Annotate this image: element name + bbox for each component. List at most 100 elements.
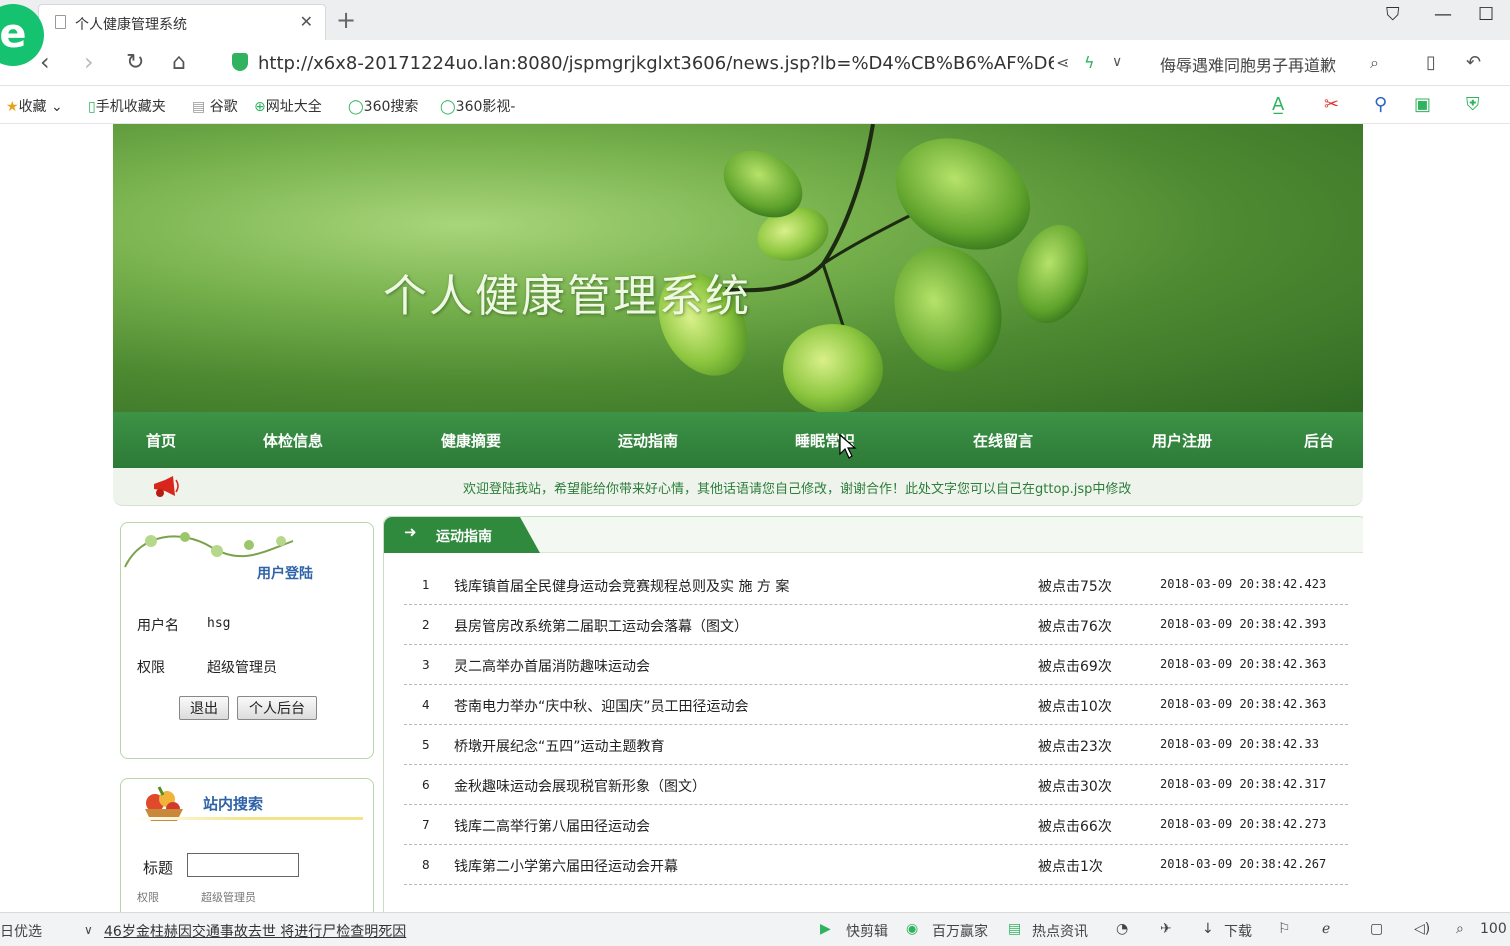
clip-editor-icon: ▶	[820, 921, 831, 937]
ie-icon[interactable]: ℯ	[1322, 921, 1330, 937]
browser-status-bar: 日优选 ∨ 46岁金柱赫因交通事故去世 将进行尸检查明死因 ▶ 快剪辑 ◉ 百万…	[0, 912, 1510, 946]
site-banner: 个人健康管理系统	[113, 124, 1363, 412]
news-date: 2018-03-09 20:38:42.363	[1160, 657, 1327, 671]
page-icon	[55, 15, 66, 29]
secure-shield-icon	[232, 53, 248, 71]
nav-register[interactable]: 用户注册	[1152, 430, 1212, 451]
news-row[interactable]: 5 桥墩开展纪念“五四”运动主题教育 被点击23次 2018-03-09 20:…	[404, 725, 1348, 765]
page-icon: ▤	[192, 99, 206, 115]
new-tab-icon[interactable]: +	[336, 6, 356, 34]
news-row[interactable]: 4 苍南电力举办“庆中秋、迎国庆”员工田径运动会 被点击10次 2018-03-…	[404, 685, 1348, 725]
nav-exercise-guide[interactable]: 运动指南	[618, 430, 678, 451]
username-label: 用户名	[137, 618, 179, 634]
shield-icon[interactable]: ⛨	[1466, 94, 1480, 115]
volume-icon[interactable]: ◁)	[1414, 921, 1430, 937]
news-row[interactable]: 6 金秋趣味运动会展现税官新形象（图文） 被点击30次 2018-03-09 2…	[404, 765, 1348, 805]
expand-icon[interactable]: ∨	[84, 923, 93, 937]
nav-checkup[interactable]: 体检信息	[263, 430, 323, 451]
status-quick-edit[interactable]: 快剪辑	[846, 921, 888, 941]
news-number: 7	[422, 818, 430, 832]
news-title[interactable]: 县房管房改系统第二届职工运动会落幕（图文）	[454, 616, 748, 636]
minimize-icon[interactable]: —	[1434, 4, 1452, 25]
scissors-icon[interactable]: ✂	[1324, 94, 1339, 115]
mobile-icon[interactable]: ▯	[1426, 52, 1436, 73]
ring-icon: ◯	[348, 99, 364, 115]
dropdown-icon[interactable]: ∨	[1112, 54, 1122, 70]
news-title[interactable]: 桥墩开展纪念“五四”运动主题教育	[454, 736, 665, 756]
web-page: 个人健康管理系统 首页 体检信息 健康摘要 运动指南 睡眠常识 在线留言 用户注…	[113, 124, 1363, 912]
refresh-icon[interactable]: ↻	[126, 50, 144, 75]
nav-admin[interactable]: 后台	[1304, 430, 1334, 451]
url-input[interactable]	[258, 50, 1054, 76]
news-title[interactable]: 钱库二高举行第八届田径运动会	[454, 816, 650, 836]
section-tab: ➜ 运动指南	[384, 517, 540, 553]
news-click-count: 被点击69次	[1038, 659, 1112, 675]
site-title: 个人健康管理系统	[383, 271, 751, 322]
status-download[interactable]: 下载	[1224, 921, 1252, 941]
star-icon: ★	[6, 99, 19, 115]
forward-icon[interactable]: ›	[84, 48, 94, 76]
news-row[interactable]: 2 县房管房改系统第二届职工运动会落幕（图文） 被点击76次 2018-03-0…	[404, 605, 1348, 645]
news-title[interactable]: 钱库镇首届全民健身运动会竞赛规程总则及实 施 方 案	[454, 576, 789, 596]
share-icon[interactable]: ⋖	[1056, 53, 1069, 72]
news-row[interactable]: 8 钱库第二小学第六届田径运动会开幕 被点击1次 2018-03-09 20:3…	[404, 845, 1348, 885]
translate-icon[interactable]: A̲	[1272, 94, 1284, 115]
search-heading: 站内搜索	[203, 795, 264, 813]
gamepad-icon[interactable]: ▣	[1414, 94, 1431, 115]
news-row[interactable]: 1 钱库镇首届全民健身运动会竞赛规程总则及实 施 方 案 被点击75次 2018…	[404, 565, 1348, 605]
lightning-icon[interactable]: ϟ	[1084, 53, 1095, 72]
search-suggestion[interactable]: 侮辱遇难同胞男子再道歉	[1160, 52, 1336, 76]
personal-backend-button[interactable]: 个人后台	[237, 696, 317, 720]
search-icon[interactable]: ⌕	[1370, 53, 1379, 73]
speed-icon[interactable]: ◔	[1116, 921, 1128, 937]
username-value: hsg	[207, 616, 231, 631]
news-click-count: 被点击10次	[1038, 699, 1112, 715]
bookmark-mobile[interactable]: ▯手机收藏夹	[88, 96, 166, 116]
magnifier-icon[interactable]: ⚲	[1374, 94, 1387, 115]
news-title[interactable]: 灵二高举办首届消防趣味运动会	[454, 656, 650, 676]
close-tab-icon[interactable]: ✕	[300, 12, 313, 31]
news-date: 2018-03-09 20:38:42.317	[1160, 777, 1327, 791]
bookmark-bar: ★收藏 ⌄ ▯手机收藏夹 ▤ 谷歌 ⊕网址大全 ◯360搜索 ◯360影视- A…	[0, 86, 1510, 124]
news-row[interactable]: 3 灵二高举办首届消防趣味运动会 被点击69次 2018-03-09 20:38…	[404, 645, 1348, 685]
back-icon[interactable]: ‹	[40, 48, 50, 76]
zoom-level[interactable]: 100	[1480, 921, 1507, 937]
news-title[interactable]: 钱库第二小学第六届田径运动会开幕	[454, 856, 678, 876]
bookmark-google[interactable]: ▤ 谷歌	[192, 96, 238, 116]
home-icon[interactable]: ⌂	[172, 50, 186, 75]
logout-button[interactable]: 退出	[179, 696, 229, 720]
news-title[interactable]: 金秋趣味运动会展现税官新形象（图文）	[454, 776, 706, 796]
status-hot-news[interactable]: 热点资讯	[1032, 921, 1088, 941]
download-icon: ↓	[1202, 921, 1214, 937]
browser-tab-strip: e 个人健康管理系统 ✕ + ⛉ — ☐	[0, 0, 1510, 66]
news-ticker[interactable]: 46岁金柱赫因交通事故去世 将进行尸检查明死因	[104, 921, 406, 941]
news-click-count: 被点击30次	[1038, 779, 1112, 795]
nav-health-summary[interactable]: 健康摘要	[441, 430, 501, 451]
role-label: 权限	[137, 660, 165, 676]
flag-icon[interactable]: ⚐	[1278, 921, 1291, 937]
browser-tab[interactable]: 个人健康管理系统 ✕	[38, 4, 326, 40]
bookmark-nav[interactable]: ⊕网址大全	[254, 96, 322, 116]
news-click-count: 被点击1次	[1038, 859, 1103, 875]
maximize-icon[interactable]: ☐	[1478, 4, 1494, 25]
window-icon[interactable]: ▢	[1370, 921, 1383, 937]
news-title[interactable]: 苍南电力举办“庆中秋、迎国庆”员工田径运动会	[454, 696, 749, 716]
pin-icon[interactable]: ✈	[1160, 921, 1172, 937]
news-click-count: 被点击23次	[1038, 739, 1112, 755]
undo-icon[interactable]: ↶	[1466, 52, 1481, 73]
status-left-text[interactable]: 日优选	[0, 921, 42, 941]
bookmark-360video[interactable]: ◯360影视-	[440, 96, 515, 116]
announcement-text: 欢迎登陆我站，希望能给你带来好心情，其他话语请您自己修改，谢谢合作！此处文字您可…	[463, 482, 1132, 497]
nav-home[interactable]: 首页	[146, 430, 176, 451]
news-row[interactable]: 7 钱库二高举行第八届田径运动会 被点击66次 2018-03-09 20:38…	[404, 805, 1348, 845]
search-title-input[interactable]	[187, 853, 299, 877]
zoom-icon[interactable]: ⌕	[1456, 921, 1464, 937]
status-millionaire[interactable]: 百万赢家	[932, 921, 988, 941]
skin-icon[interactable]: ⛉	[1386, 4, 1400, 25]
section-title: 运动指南	[436, 529, 492, 545]
phone-icon: ▯	[88, 99, 96, 115]
bookmark-360search[interactable]: ◯360搜索	[348, 96, 418, 116]
nav-message-board[interactable]: 在线留言	[973, 430, 1033, 451]
main-nav: 首页 体检信息 健康摘要 运动指南 睡眠常识 在线留言 用户注册 后台	[113, 412, 1363, 468]
bookmark-favorites[interactable]: ★收藏 ⌄	[6, 96, 63, 116]
